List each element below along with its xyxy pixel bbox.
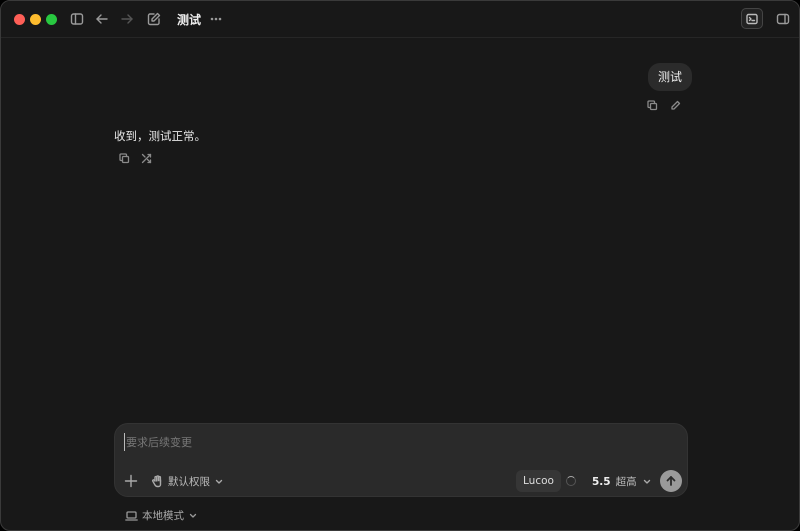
sidebar-toggle-icon[interactable]	[68, 10, 86, 28]
zoom-window-button[interactable]	[46, 14, 57, 25]
compose-icon[interactable]	[145, 10, 163, 28]
follow-up-input[interactable]	[124, 433, 644, 451]
hand-icon	[151, 475, 162, 488]
conversation-title: 测试	[177, 13, 202, 27]
laptop-icon	[125, 510, 138, 521]
chevron-down-icon	[215, 479, 223, 484]
plus-icon	[124, 474, 138, 488]
permission-label: 默认权限	[168, 476, 210, 488]
edit-icon[interactable]	[668, 98, 682, 112]
more-icon[interactable]	[207, 10, 225, 28]
forward-arrow-icon[interactable]	[118, 10, 136, 28]
send-arrow-icon	[666, 476, 676, 486]
copy-icon[interactable]	[645, 98, 659, 112]
close-window-button[interactable]	[14, 14, 25, 25]
minimize-window-button[interactable]	[30, 14, 41, 25]
reasoning-selector[interactable]: 5.5 超高	[592, 474, 652, 489]
send-button[interactable]	[660, 470, 682, 492]
context-usage-indicator	[566, 476, 576, 486]
assistant-message: 收到，测试正常。	[114, 129, 206, 143]
back-arrow-icon[interactable]	[93, 10, 111, 28]
copy-icon[interactable]	[117, 151, 131, 165]
reasoning-level-label: 超高	[615, 476, 637, 488]
mode-label: 本地模式	[142, 510, 184, 522]
terminal-toggle-button[interactable]	[741, 8, 763, 29]
chevron-down-icon	[643, 479, 650, 484]
version-label: 5.5	[592, 475, 611, 488]
model-selector[interactable]: Lucoo	[516, 470, 561, 492]
mode-selector[interactable]: 本地模式	[125, 508, 198, 523]
permission-selector[interactable]: 默认权限	[151, 474, 224, 489]
app-window: 测试 测试 收到，测试正常。 默认权限 Lu	[0, 0, 800, 531]
composer: 默认权限 Lucoo 5.5 超高	[114, 423, 688, 497]
add-attachment-button[interactable]	[124, 474, 138, 488]
terminal-icon	[746, 13, 758, 24]
title-bar: 测试	[1, 1, 799, 38]
right-panel-icon[interactable]	[774, 10, 792, 28]
branch-icon[interactable]	[139, 151, 153, 165]
user-message-bubble: 测试	[648, 63, 693, 91]
chevron-down-icon	[189, 513, 197, 518]
